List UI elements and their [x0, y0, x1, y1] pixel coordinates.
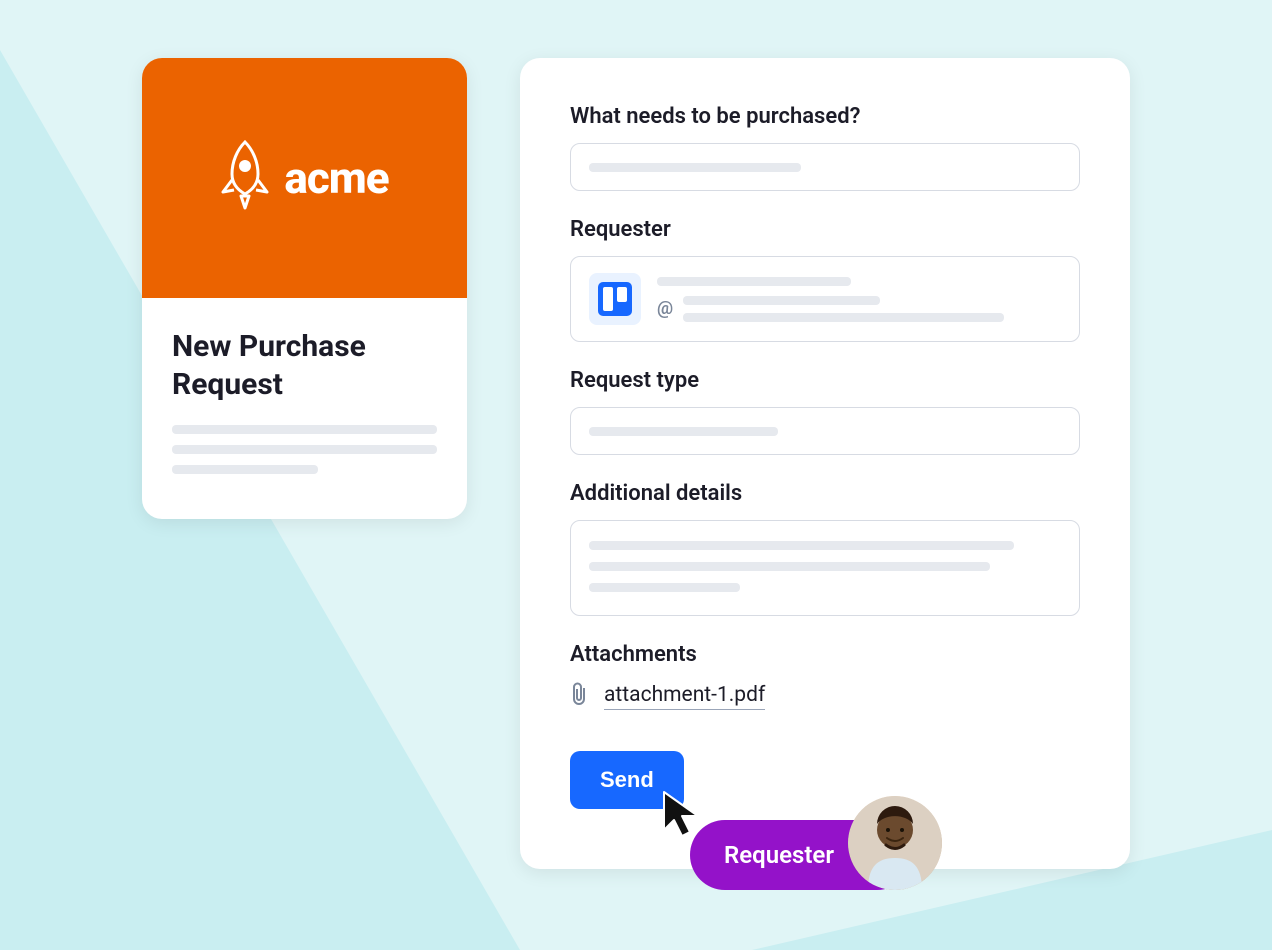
field-requester: Requester @	[570, 217, 1080, 342]
brand-header: acme	[142, 58, 467, 298]
placeholder-line	[657, 277, 851, 286]
attachment-filename: attachment-1.pdf	[604, 683, 765, 710]
attachment-row[interactable]: attachment-1.pdf	[570, 681, 1080, 711]
placeholder-line	[589, 427, 778, 436]
field-request-type: Request type	[570, 368, 1080, 455]
preview-card: acme New Purchase Request	[142, 58, 467, 519]
role-badge-label: Requester	[724, 841, 834, 869]
at-symbol-icon: @	[657, 304, 673, 313]
field-label-details: Additional details	[570, 481, 1080, 506]
placeholder-line	[172, 425, 437, 434]
placeholder-line	[683, 313, 1004, 322]
avatar	[848, 796, 942, 890]
paperclip-icon	[570, 681, 590, 711]
purchase-input[interactable]	[570, 143, 1080, 191]
request-type-input[interactable]	[570, 407, 1080, 455]
field-label-request-type: Request type	[570, 368, 1080, 393]
brand-name: acme	[284, 152, 388, 204]
field-label-purchase: What needs to be purchased?	[570, 104, 1080, 129]
rocket-icon	[220, 140, 270, 216]
trello-icon	[589, 273, 641, 325]
placeholder-line	[172, 445, 437, 454]
field-details: Additional details	[570, 481, 1080, 616]
placeholder-line	[589, 583, 740, 592]
form-card: What needs to be purchased? Requester @	[520, 58, 1130, 869]
placeholder-line	[589, 562, 990, 571]
field-attachments: Attachments attachment-1.pdf	[570, 642, 1080, 711]
requester-email-line: @	[657, 296, 1061, 322]
send-button[interactable]: Send	[570, 751, 684, 809]
details-input[interactable]	[570, 520, 1080, 616]
field-label-attachments: Attachments	[570, 642, 1080, 667]
field-purchase: What needs to be purchased?	[570, 104, 1080, 191]
placeholder-line	[589, 541, 1014, 550]
placeholder-line	[589, 163, 801, 172]
brand-logo: acme	[220, 140, 388, 216]
requester-input[interactable]: @	[570, 256, 1080, 342]
placeholder-line	[683, 296, 879, 305]
preview-title: New Purchase Request	[172, 328, 437, 403]
placeholder-line	[172, 465, 318, 474]
preview-body: New Purchase Request	[142, 298, 467, 519]
field-label-requester: Requester	[570, 217, 1080, 242]
requester-lines: @	[657, 277, 1061, 322]
